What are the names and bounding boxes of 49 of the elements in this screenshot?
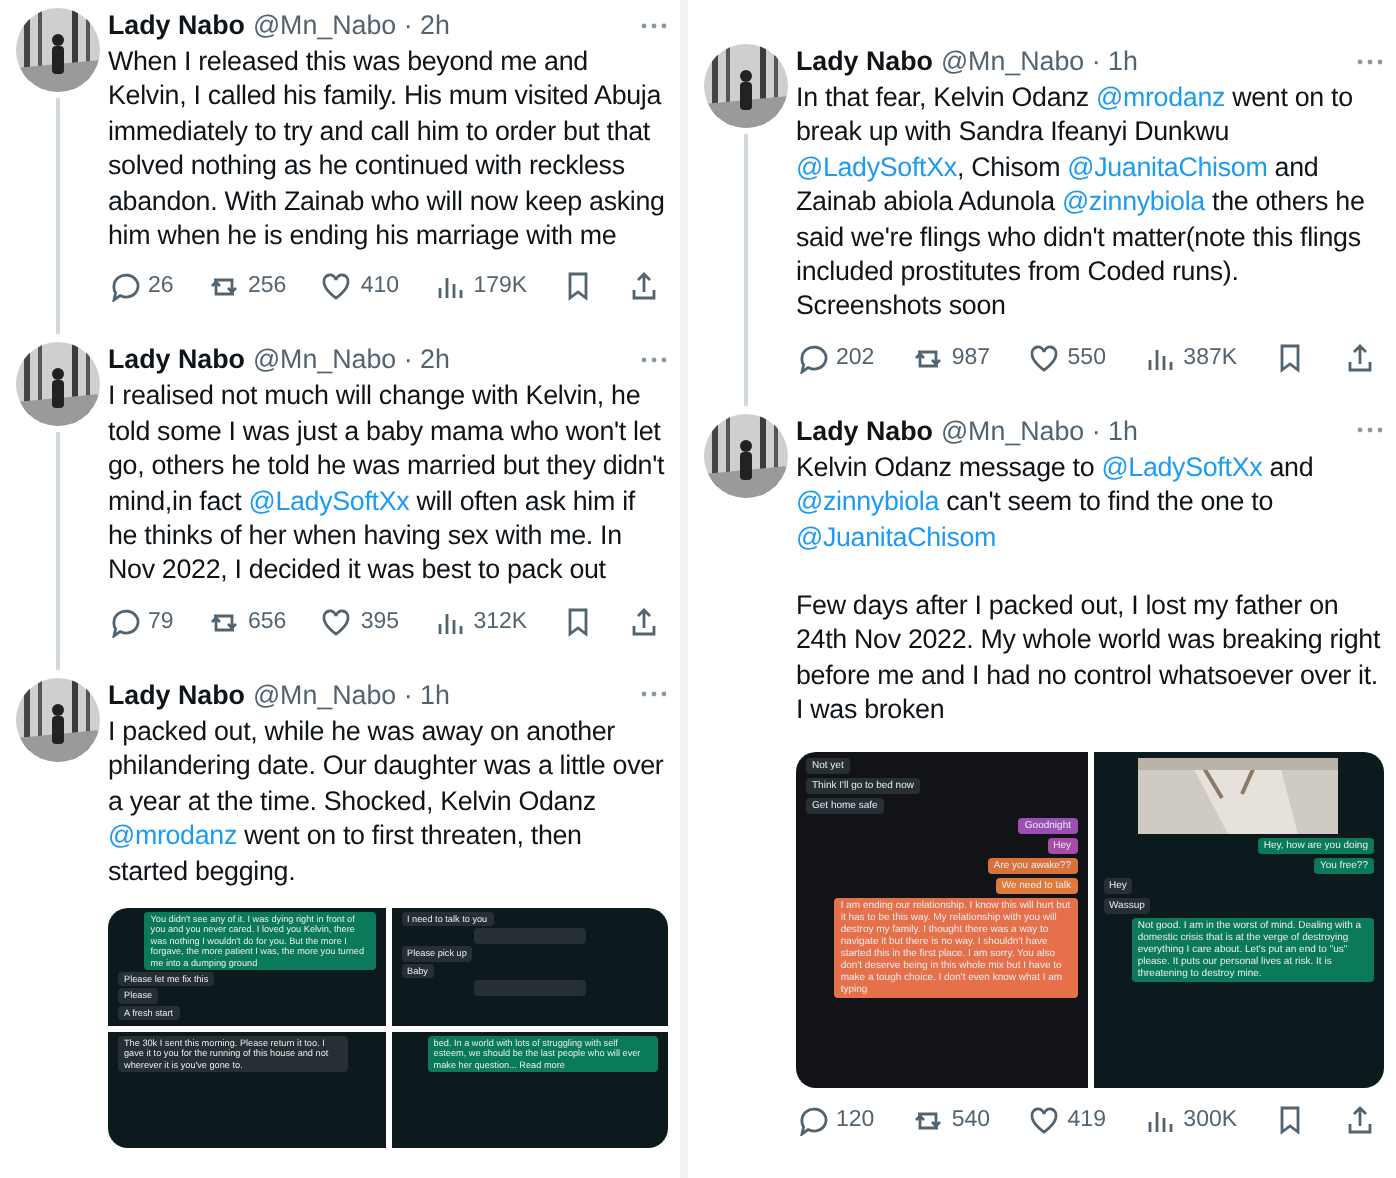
stat-count: 410 [360,274,400,299]
stat-count: 312K [473,609,528,634]
author-handle[interactable]: @Mn_Nabo · 2h [252,8,450,42]
tweet-text: I realised not much will change with Kelvin, he told some I was just a baby mama who won't let go, others he told he was married but they didn't mind,in fact @LadySoftXx will often ask him if he thinks of her when having sex with me. In Nov 2022, I decided it was best to pack out [108,378,667,588]
stat-count: 79 [148,609,174,634]
stat-count: 256 [247,274,287,299]
tweet-text: I packed out, while he was away on another philandering date. Our daughter was a little over a year at the time. Shocked, Kelvin Odanz @mrodanz went on to first threaten, then started begging. [108,713,666,888]
reply-icon[interactable] [108,270,140,303]
stat-count: 550 [1067,345,1106,370]
author-handle[interactable]: @Mn_Nabo · 1h [940,44,1138,78]
more-icon[interactable] [640,355,668,364]
reply-icon[interactable] [796,341,828,374]
stat-count: 387K [1183,345,1238,370]
stat-count: 395 [360,609,400,634]
like-icon[interactable] [1027,1103,1060,1136]
author-handle[interactable]: @Mn_Nabo · 2h [252,342,450,377]
tweet-text: In that fear, Kelvin Odanz @mrodanz went on to break up with Sandra Ifeanyi Dunkwu @LadySoftXx, Chisom @JuanitaChisom and Zainab abiola Adunola @zinnybiola the others he said we're flings who didn't matter(note this flings included prostitutes from Coded runs). Screenshots soon [796,80,1367,324]
like-icon[interactable] [320,270,353,303]
share-icon[interactable] [1343,1103,1376,1136]
like-icon[interactable] [320,605,353,638]
more-icon[interactable] [1356,426,1384,435]
stat-count: 656 [247,609,287,634]
share-icon[interactable] [1343,341,1376,374]
stat-count: 540 [951,1107,991,1132]
stat-count: 120 [836,1107,875,1132]
share-icon[interactable] [627,270,660,303]
share-icon[interactable] [627,605,660,638]
tweet-text: When I released this was beyond me and Kelvin, I called his family. His mum visited Abuja immediately to try and call him to order but that solved nothing as he continued with reckless abandon. With Zainab who will now keep asking him when he is ending his marriage with me [108,44,667,253]
author-handle[interactable]: @Mn_Nabo · 1h [252,677,450,712]
stat-count: 987 [951,345,991,370]
author-name[interactable]: Lady Nabo [796,44,933,78]
tweet-text: Kelvin Odanz message to @LadySoftXx and @zinnybiola can't seem to find the one to @JuanitaChisom [796,449,1316,555]
reply-icon[interactable] [796,1103,828,1136]
author-name[interactable]: Lady Nabo [108,677,245,712]
more-icon[interactable] [1356,57,1384,65]
stat-count: 202 [836,345,875,370]
reply-icon[interactable] [108,605,140,638]
tweet-text: Few days after I packed out, I lost my father on 24th Nov 2022. My whole world was breaking right before me and I had no control whatsoever over it. I was broken [796,588,1383,728]
stat-count: 26 [148,274,174,299]
stat-count: 419 [1067,1107,1106,1132]
author-handle[interactable]: @Mn_Nabo · 1h [940,413,1138,448]
author-name[interactable]: Lady Nabo [108,342,245,377]
stat-count: 300K [1183,1107,1238,1132]
author-name[interactable]: Lady Nabo [108,8,245,42]
stat-count: 179K [473,274,528,299]
more-icon[interactable] [640,690,668,699]
author-name[interactable]: Lady Nabo [796,413,933,448]
like-icon[interactable] [1027,341,1060,374]
more-icon[interactable] [640,21,668,29]
